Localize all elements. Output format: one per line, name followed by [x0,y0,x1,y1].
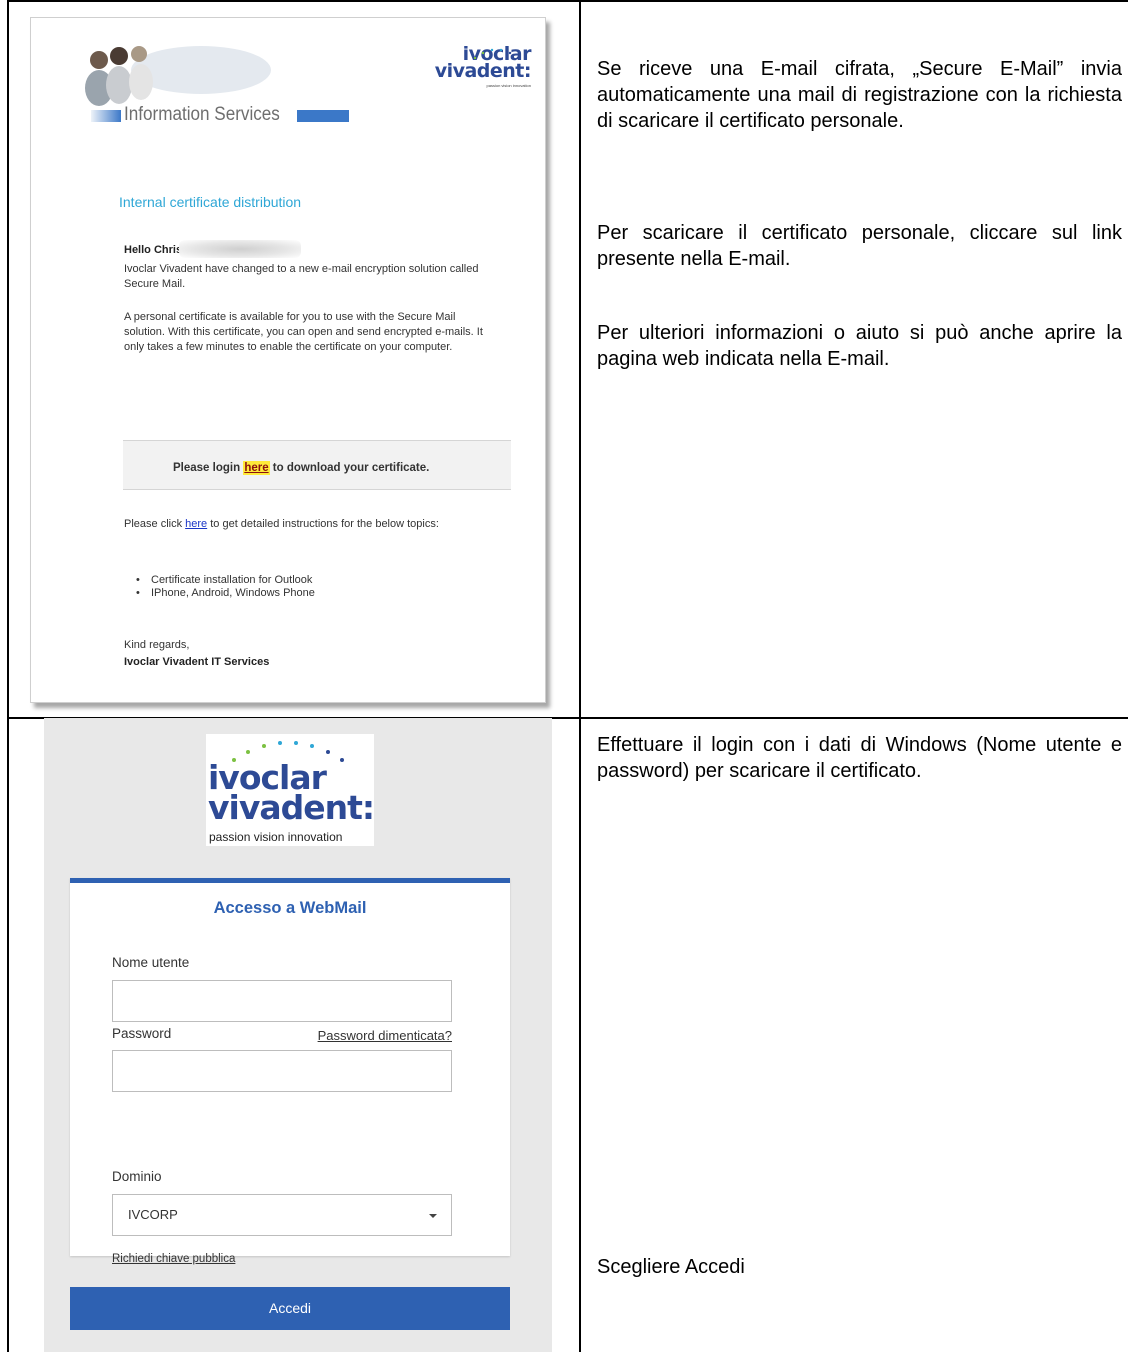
banner-accent-bar-right [297,110,349,122]
email-greeting: Hello Chris [124,244,183,256]
login-callout-box: Please login here to download your certi… [123,440,511,490]
password-input[interactable] [112,1050,452,1092]
brand-logo-small: ivoclar vivadent: passion vision innovat… [431,45,532,116]
password-label: Password [112,1026,172,1041]
login-callout-prefix: Please login [173,462,244,474]
banner-people-image [85,46,271,106]
blurred-name [179,240,301,258]
login-callout-text: Please login here to download your certi… [173,461,430,475]
banner-title: Information Services [124,104,280,125]
list-item: IPhone, Android, Windows Phone [136,587,315,600]
instructions-prefix: Please click [124,518,186,530]
chevron-down-icon [429,1214,437,1218]
login-here-link[interactable]: here [243,461,270,475]
login-callout-suffix: to download your certificate. [269,462,430,474]
login-form-card: Accesso a WebMail Nome utente Password P… [70,878,510,1265]
login-title: Accesso a WebMail [213,899,367,917]
table-border-left [7,0,9,1352]
email-closing: Kind regards, [124,639,190,651]
login-button[interactable]: Accedi [70,1287,510,1330]
brand-tagline: passion vision innovation [486,83,531,88]
email-intro: Ivoclar Vivadent have changed to a new e… [124,263,479,290]
email-screenshot: Information Services ivoclar vivadent: p… [30,17,546,703]
domain-select[interactable]: IVCORP [112,1194,452,1236]
table-border-middle [579,0,581,1352]
forgot-password-link[interactable]: Password dimenticata? [318,1028,452,1043]
table-border-top [7,0,1128,2]
domain-label: Dominio [112,1169,162,1184]
email-body: A personal certificate is available for … [124,311,483,353]
banner-accent-bar-left [91,110,121,122]
instruction-paragraph-4: Effettuare il login con i dati di Window… [597,734,1122,782]
instruction-paragraph-5: Scegliere Accedi [597,1256,745,1278]
username-input[interactable] [112,980,452,1022]
brand-logo: ivoclar vivadent: passion vision innovat… [206,734,375,846]
topics-list: Certificate installation for Outlook IPh… [136,574,315,600]
instructions-here-link[interactable]: here [185,518,207,530]
list-item: Certificate installation for Outlook [136,574,315,587]
instruction-paragraph-1: Se riceve una E-mail cifrata, „Secure E-… [597,58,1122,132]
email-banner: Information Services ivoclar vivadent: p… [31,18,545,128]
request-public-key-link[interactable]: Richiedi chiave pubblica [112,1253,235,1265]
instructions-suffix: to get detailed instructions for the bel… [207,518,439,530]
brand-tagline: passion vision innovation [209,830,343,844]
domain-select-value: IVCORP [128,1207,178,1222]
logo-dots-icon [473,48,520,60]
username-label: Nome utente [112,955,190,970]
email-section-title: Internal certificate distribution [119,194,302,210]
brand-word-vivadent: vivadent: [208,788,375,827]
email-signature: Ivoclar Vivadent IT Services [124,656,270,668]
instruction-paragraph-3: Per ulteriori informazioni o aiuto si pu… [597,322,1122,370]
email-instructions: Please click here to get detailed instru… [124,517,494,532]
instruction-paragraph-2: Per scaricare il certificato personale, … [597,222,1122,270]
